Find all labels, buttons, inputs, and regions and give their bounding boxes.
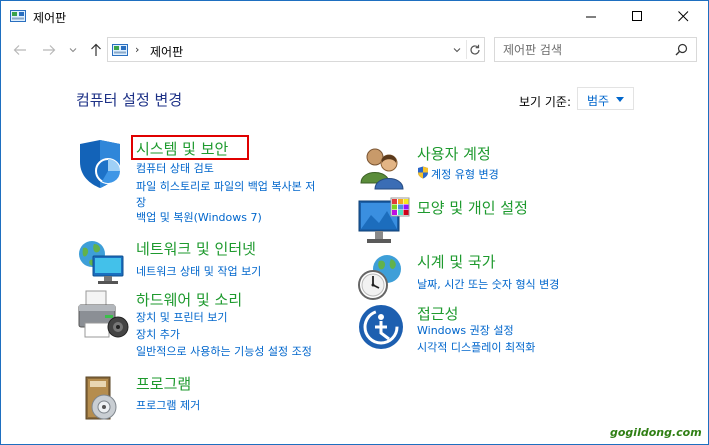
programs-disc-icon: [85, 376, 117, 420]
display-personalization-icon: [358, 197, 410, 243]
watermark-text: gogildong.com: [610, 426, 702, 439]
minimize-button[interactable]: [568, 1, 614, 32]
minimize-icon: [585, 16, 596, 18]
link-file-history-backup[interactable]: 파일 히스토리로 파일의 백업 복사본 저: [136, 178, 315, 194]
link-change-date-time-number-formats[interactable]: 날짜, 시간 또는 숫자 형식 변경: [417, 276, 559, 292]
window-title: 제어판: [33, 11, 67, 25]
refresh-button[interactable]: [466, 40, 483, 59]
users-icon: [360, 148, 404, 190]
highlight-box: [131, 135, 249, 160]
link-adjust-common-mobility[interactable]: 일반적으로 사용하는 기능성 설정 조정: [136, 343, 312, 359]
arrow-left-icon: [13, 45, 26, 55]
search-icon[interactable]: [675, 43, 688, 56]
search-input[interactable]: [503, 41, 668, 58]
back-button[interactable]: [11, 41, 29, 59]
view-by-value: 범주: [587, 94, 610, 108]
link-change-account-type[interactable]: 계정 유형 변경: [431, 166, 499, 182]
chevron-down-icon: [69, 48, 77, 53]
link-review-computer-status[interactable]: 컴퓨터 상태 검토: [136, 160, 214, 176]
category-ease-of-access: 접근성 Windows 권장 설정 시각적 디스플레이 최적화: [357, 303, 657, 359]
search-box[interactable]: [494, 37, 697, 62]
breadcrumb-current[interactable]: 제어판: [150, 43, 183, 60]
category-title-programs[interactable]: 프로그램: [136, 373, 191, 394]
page-title: 컴퓨터 설정 변경: [76, 91, 183, 109]
arrow-up-icon: [91, 43, 101, 56]
close-icon: [677, 11, 688, 22]
title-bar: 제어판: [1, 1, 708, 32]
category-appearance-personalization: 모양 및 개인 설정: [357, 197, 657, 247]
navigation-bar: › 제어판: [1, 32, 708, 68]
close-button[interactable]: [660, 1, 706, 32]
address-bar[interactable]: › 제어판: [107, 37, 485, 62]
link-network-status-tasks[interactable]: 네트워크 상태 및 작업 보기: [136, 263, 261, 279]
category-hardware-sound: 하드웨어 및 소리 장치 및 프린터 보기 장치 추가 일반적으로 사용하는 기…: [76, 289, 356, 361]
up-button[interactable]: [87, 41, 105, 59]
control-panel-window: 제어판 › 제어판 제어판 검색 컴퓨터 설정 변경 보기 기준: 범주 시스템…: [0, 0, 709, 445]
category-user-accounts: 사용자 계정 계정 유형 변경: [357, 143, 657, 190]
link-windows-recommended-settings[interactable]: Windows 권장 설정: [417, 322, 514, 338]
maximize-button[interactable]: [614, 1, 660, 32]
category-programs: 프로그램 프로그램 제거: [76, 373, 356, 423]
category-title-hardware-sound[interactable]: 하드웨어 및 소리: [136, 289, 242, 310]
globe-network-icon: [79, 241, 124, 284]
category-title-clock-region[interactable]: 시계 및 국가: [417, 251, 496, 272]
link-uninstall-program[interactable]: 프로그램 제거: [136, 397, 200, 413]
category-network-internet: 네트워크 및 인터넷 네트워크 상태 및 작업 보기: [76, 238, 356, 284]
view-by-dropdown[interactable]: 범주: [577, 87, 634, 110]
printer-icon: [78, 290, 129, 338]
caret-down-icon: [616, 97, 624, 102]
category-title-ease-of-access[interactable]: 접근성: [417, 303, 458, 324]
shield-icon: [80, 140, 121, 188]
category-title-network-internet[interactable]: 네트워크 및 인터넷: [136, 238, 256, 259]
forward-button[interactable]: [40, 41, 58, 59]
category-title-user-accounts[interactable]: 사용자 계정: [417, 143, 491, 164]
link-optimize-visual-display[interactable]: 시각적 디스플레이 최적화: [417, 339, 535, 355]
link-file-history-backup-wrap[interactable]: 장: [136, 194, 146, 210]
view-by-label: 보기 기준:: [519, 95, 572, 109]
control-panel-icon: [112, 44, 128, 56]
address-dropdown-button[interactable]: [450, 40, 464, 59]
category-clock-region: 시계 및 국가 날짜, 시간 또는 숫자 형식 변경: [357, 251, 657, 301]
link-view-devices-printers[interactable]: 장치 및 프린터 보기: [136, 309, 227, 325]
breadcrumb-separator-icon: ›: [135, 43, 140, 56]
arrow-right-icon: [43, 45, 56, 55]
maximize-icon: [631, 11, 642, 21]
clock-globe-icon: [358, 255, 401, 300]
ease-of-access-icon: [359, 305, 403, 349]
control-panel-icon: [10, 10, 26, 22]
chevron-down-icon: [453, 47, 461, 52]
link-backup-restore[interactable]: 백업 및 복원(Windows 7): [136, 209, 262, 225]
link-add-device[interactable]: 장치 추가: [136, 326, 180, 342]
recent-locations-button[interactable]: [67, 41, 79, 59]
uac-shield-icon: [418, 166, 428, 179]
refresh-icon: [470, 44, 480, 55]
category-title-appearance[interactable]: 모양 및 개인 설정: [417, 197, 528, 218]
